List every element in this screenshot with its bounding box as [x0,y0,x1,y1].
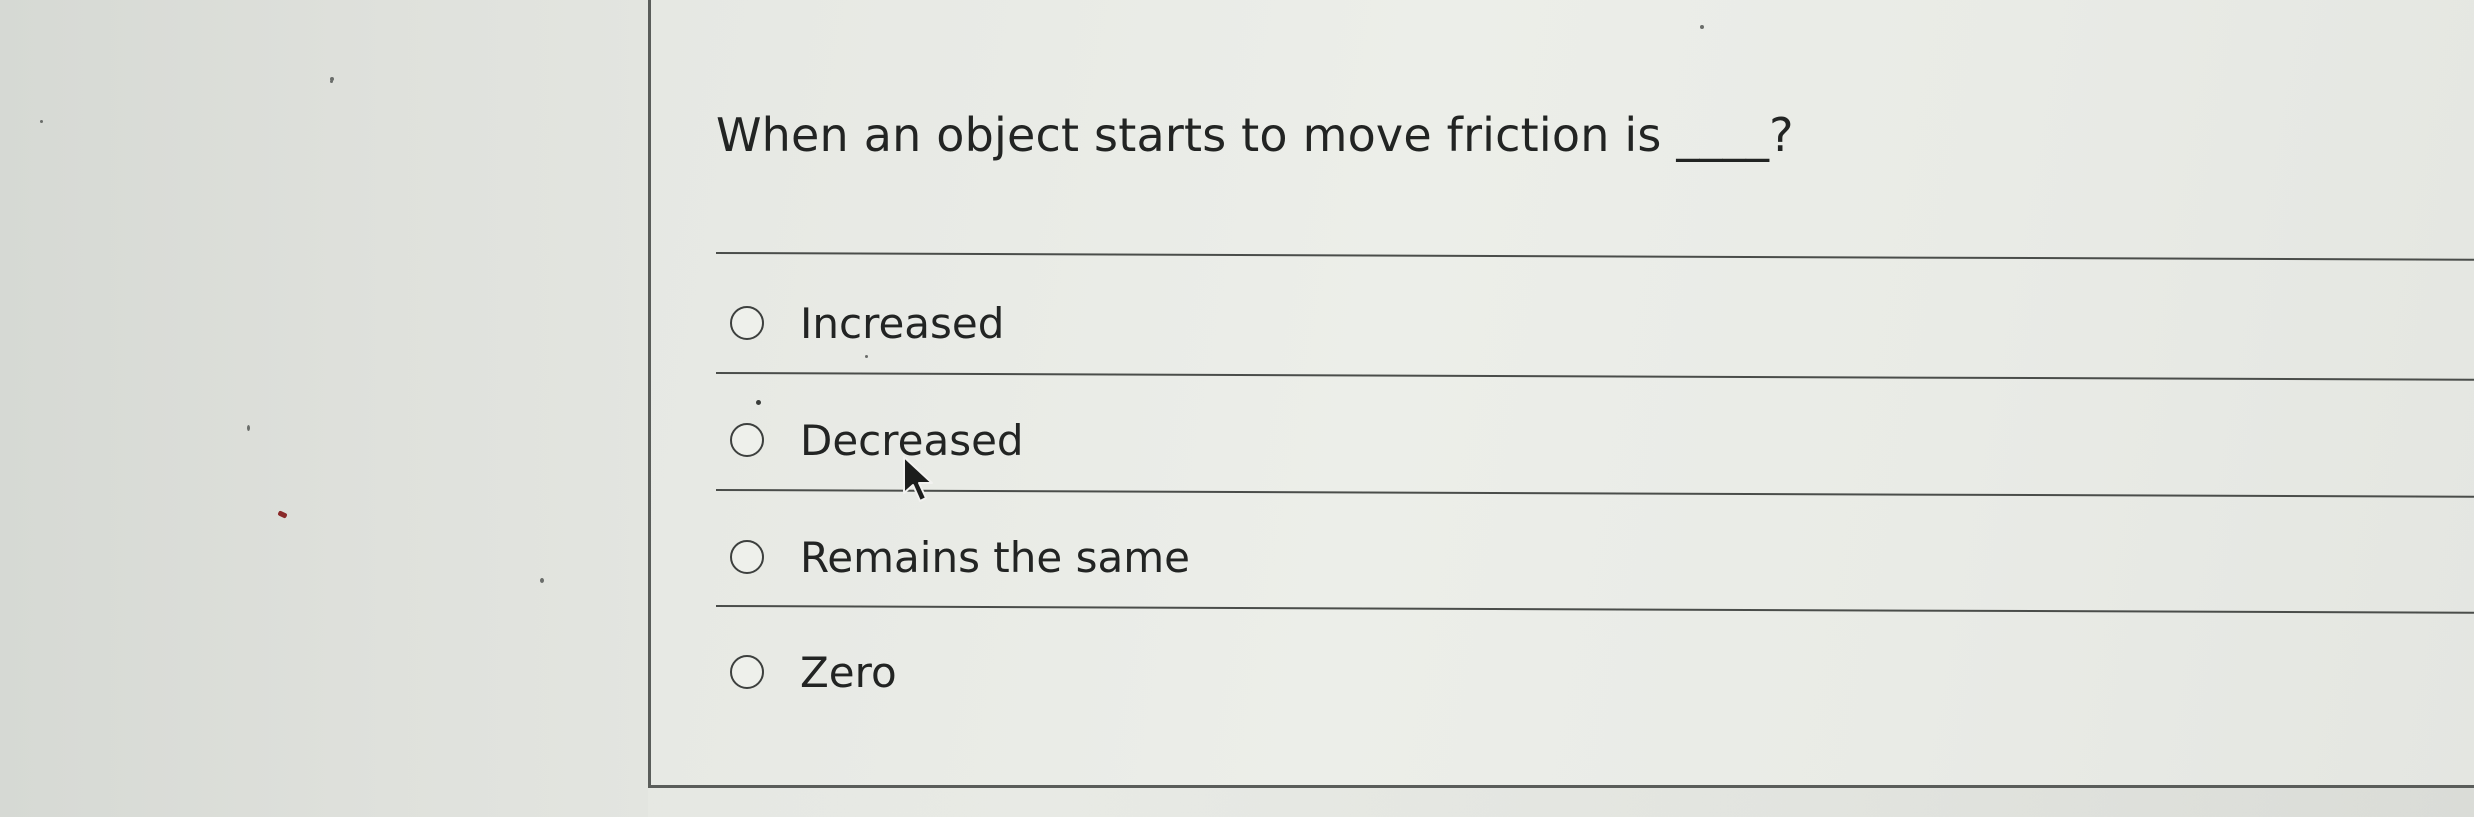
screen-speck [40,120,43,123]
option-remains-the-same[interactable]: Remains the same [730,527,1190,587]
radio-button-icon[interactable] [730,655,764,689]
screen-speck [330,80,333,83]
screen-speck [756,400,761,405]
option-label: Remains the same [800,532,1190,582]
option-label: Increased [800,298,1005,348]
screen-speck [247,425,250,431]
option-zero[interactable]: Zero [730,642,897,702]
mouse-pointer-icon [903,456,933,502]
radio-button-icon[interactable] [730,306,764,340]
page-background-margin [0,0,648,817]
option-label: Zero [800,647,897,697]
screen-speck [865,355,868,358]
screen-speck [1700,25,1704,29]
radio-button-icon[interactable] [730,540,764,574]
radio-button-icon[interactable] [730,423,764,457]
option-increased[interactable]: Increased [730,293,1004,353]
option-decreased[interactable]: Decreased [730,410,1024,470]
screen-speck [540,578,544,583]
question-prompt: When an object starts to move friction i… [716,108,1794,162]
